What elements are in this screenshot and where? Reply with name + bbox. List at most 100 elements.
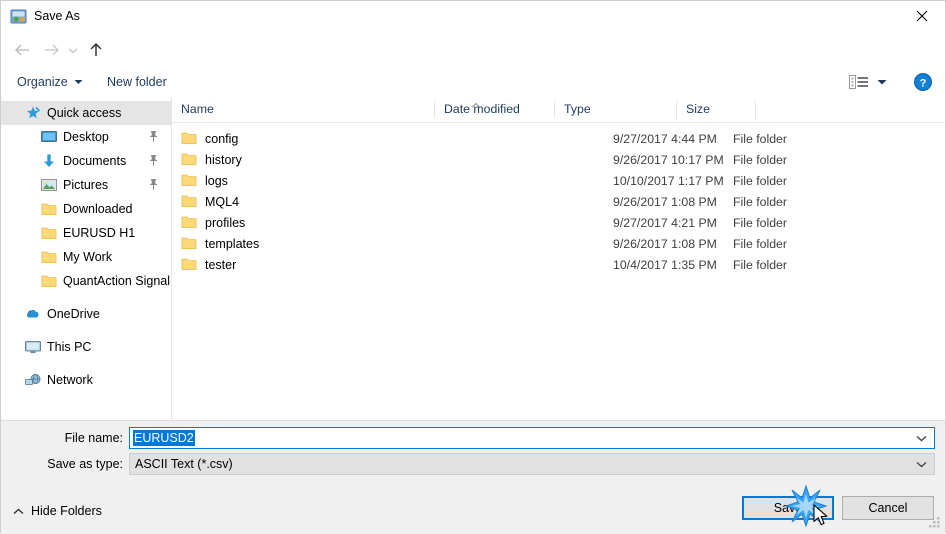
new-folder-label: New folder bbox=[107, 75, 167, 89]
save-label: Save bbox=[773, 501, 803, 515]
table-row[interactable]: logs 10/10/2017 1:17 PM File folder bbox=[172, 170, 945, 191]
sidebar-item-network[interactable]: Network bbox=[1, 368, 171, 392]
folder-icon bbox=[41, 201, 57, 217]
sidebar-item-eurusd-h1[interactable]: EURUSD H1 bbox=[1, 221, 171, 245]
sidebar-label: Desktop bbox=[63, 130, 109, 144]
documents-arrow-icon bbox=[41, 153, 57, 169]
pin-icon[interactable] bbox=[148, 178, 159, 193]
navigation-bar: « Roaming › MetaQuotes › Terminal › 9155… bbox=[1, 32, 945, 92]
this-pc-icon bbox=[25, 339, 41, 355]
sidebar-label: OneDrive bbox=[47, 307, 100, 321]
file-date-cell: 9/26/2017 1:08 PM bbox=[613, 236, 717, 251]
table-row[interactable]: templates 9/26/2017 1:08 PM File folder bbox=[172, 233, 945, 254]
sidebar-label: Downloaded bbox=[63, 202, 133, 216]
file-type-cell: File folder bbox=[733, 215, 787, 230]
sidebar-item-onedrive[interactable]: OneDrive bbox=[1, 302, 171, 326]
pin-icon[interactable] bbox=[148, 130, 159, 145]
recent-locations-chevron-icon[interactable] bbox=[65, 39, 81, 61]
table-row[interactable]: tester 10/4/2017 1:35 PM File folder bbox=[172, 254, 945, 275]
view-dropdown-chevron-icon[interactable] bbox=[877, 79, 887, 86]
file-name-cell: logs bbox=[181, 173, 228, 189]
chevron-down-icon[interactable] bbox=[916, 454, 927, 474]
file-type-cell: File folder bbox=[733, 131, 787, 146]
folder-icon bbox=[181, 257, 197, 273]
file-name-input[interactable]: EURUSD2 bbox=[129, 427, 935, 449]
save-as-type-label: Save as type: bbox=[47, 457, 123, 471]
folder-icon bbox=[181, 131, 197, 147]
folder-icon bbox=[181, 152, 197, 168]
sidebar-item-this-pc[interactable]: This PC bbox=[1, 335, 171, 359]
sidebar-item-documents[interactable]: Documents bbox=[1, 149, 171, 173]
hide-folders-button[interactable]: Hide Folders bbox=[13, 502, 102, 520]
sidebar-item-quick-access[interactable]: Quick access bbox=[1, 101, 171, 125]
svg-text:?: ? bbox=[920, 77, 927, 89]
sidebar-item-desktop[interactable]: Desktop bbox=[1, 125, 171, 149]
table-row[interactable]: MQL4 9/26/2017 1:08 PM File folder bbox=[172, 191, 945, 212]
forward-arrow-icon[interactable] bbox=[40, 39, 62, 61]
file-type-cell: File folder bbox=[733, 236, 787, 251]
column-header-size[interactable]: Size bbox=[677, 97, 755, 121]
file-date-cell: 10/10/2017 1:17 PM bbox=[613, 173, 724, 188]
sidebar-item-downloaded[interactable]: Downloaded bbox=[1, 197, 171, 221]
table-row[interactable]: profiles 9/27/2017 4:21 PM File folder bbox=[172, 212, 945, 233]
column-divider[interactable] bbox=[755, 101, 756, 118]
file-name-label: File name: bbox=[64, 431, 123, 445]
new-folder-button[interactable]: New folder bbox=[107, 67, 167, 97]
close-icon[interactable] bbox=[899, 1, 945, 31]
file-type-cell: File folder bbox=[733, 152, 787, 167]
column-header-name[interactable]: Name bbox=[172, 97, 434, 121]
column-header-type[interactable]: Type bbox=[555, 97, 676, 121]
folder-icon bbox=[41, 225, 57, 241]
file-type-cell: File folder bbox=[733, 194, 787, 209]
save-as-type-select[interactable]: ASCII Text (*.csv) bbox=[129, 453, 935, 475]
sidebar-item-pictures[interactable]: Pictures bbox=[1, 173, 171, 197]
sidebar-item-my-work[interactable]: My Work bbox=[1, 245, 171, 269]
sidebar-divider bbox=[1, 359, 171, 368]
resize-grip-icon[interactable] bbox=[928, 516, 941, 529]
chevron-down-icon[interactable] bbox=[916, 428, 927, 448]
metatrader-save-icon bbox=[10, 8, 27, 25]
table-row[interactable]: config 9/27/2017 4:44 PM File folder bbox=[172, 128, 945, 149]
pin-icon[interactable] bbox=[148, 154, 159, 169]
file-name-cell: profiles bbox=[181, 215, 245, 231]
sidebar-label: EURUSD H1 bbox=[63, 226, 136, 240]
save-as-dialog: Save As Organize New folder ? Quick acce… bbox=[0, 0, 946, 533]
column-header-date-modified[interactable]: Date modified bbox=[435, 97, 554, 121]
file-name-text: MQL4 bbox=[205, 194, 240, 209]
folder-icon bbox=[181, 236, 197, 252]
folder-icon bbox=[41, 249, 57, 265]
sidebar-label: My Work bbox=[63, 250, 113, 264]
help-icon[interactable]: ? bbox=[913, 72, 933, 92]
file-name-text: tester bbox=[205, 257, 237, 272]
save-button[interactable]: Save bbox=[742, 496, 834, 520]
cancel-button[interactable]: Cancel bbox=[842, 496, 934, 520]
folder-icon bbox=[41, 273, 57, 289]
file-name-text: history bbox=[205, 152, 242, 167]
sidebar-label: Quick access bbox=[47, 106, 122, 120]
file-name-cell: history bbox=[181, 152, 242, 168]
back-arrow-icon[interactable] bbox=[11, 39, 33, 61]
file-name-text: templates bbox=[205, 236, 260, 251]
sidebar-label: Pictures bbox=[63, 178, 109, 192]
window-title: Save As bbox=[34, 9, 80, 23]
view-layout-icon[interactable] bbox=[849, 71, 887, 93]
sidebar-divider bbox=[1, 293, 171, 302]
file-date-cell: 10/4/2017 1:35 PM bbox=[613, 257, 717, 272]
cancel-label: Cancel bbox=[868, 501, 908, 515]
file-name-text: config bbox=[205, 131, 239, 146]
file-date-cell: 9/27/2017 4:44 PM bbox=[613, 131, 717, 146]
sidebar-item-quantaction-signal[interactable]: QuantAction Signal bbox=[1, 269, 171, 293]
table-row[interactable]: history 9/26/2017 10:17 PM File folder bbox=[172, 149, 945, 170]
network-icon bbox=[25, 372, 41, 388]
hide-folders-label: Hide Folders bbox=[31, 504, 102, 518]
pictures-icon bbox=[41, 177, 57, 193]
sidebar-divider bbox=[1, 326, 171, 335]
star-pin-icon bbox=[25, 105, 41, 121]
sidebar-label: QuantAction Signal bbox=[63, 274, 171, 288]
desktop-icon bbox=[41, 129, 57, 145]
organize-button[interactable]: Organize bbox=[17, 67, 83, 97]
up-arrow-icon[interactable] bbox=[85, 39, 107, 61]
file-date-cell: 9/26/2017 1:08 PM bbox=[613, 194, 717, 209]
sidebar-label: Network bbox=[47, 373, 93, 387]
file-name-text: profiles bbox=[205, 215, 246, 230]
